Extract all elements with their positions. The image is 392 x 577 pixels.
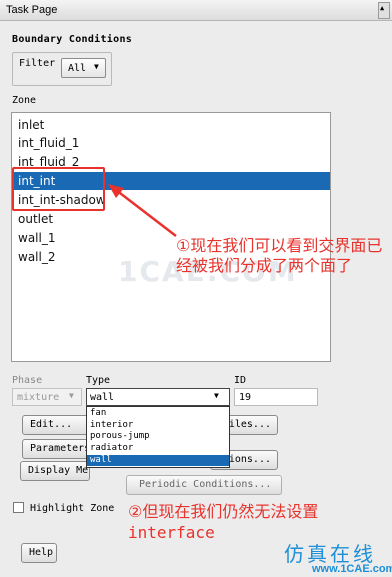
annotation-note-3: interface <box>128 523 215 542</box>
phase-label: Phase <box>12 375 43 386</box>
id-field[interactable]: 19 <box>234 388 318 406</box>
filter-value: All <box>68 63 87 74</box>
parameters-button[interactable]: Parameters... <box>22 439 92 459</box>
filter-dropdown[interactable]: All ▼ <box>61 58 106 78</box>
display-mesh-button[interactable]: Display Mesh... <box>20 461 90 481</box>
phase-dropdown: mixture ▼ <box>12 388 82 406</box>
scroll-up-icon[interactable] <box>378 2 390 19</box>
section-title: Boundary Conditions <box>12 34 133 45</box>
annotation-note-1: ①现在我们可以看到交界面已经被我们分成了两个面了 <box>176 236 383 275</box>
type-option-interior[interactable]: interior <box>87 420 229 431</box>
type-label: Type <box>86 375 111 386</box>
chevron-down-icon: ▼ <box>69 391 74 400</box>
annotation-arrow-icon <box>108 184 177 237</box>
zone-label: Zone <box>12 95 37 106</box>
id-value: 19 <box>239 392 252 403</box>
help-button[interactable]: Help <box>21 543 57 563</box>
title-bar: Task Page <box>0 0 392 21</box>
phase-value: mixture <box>17 392 60 403</box>
periodic-conditions-button[interactable]: Periodic Conditions... <box>126 475 282 495</box>
edit-button[interactable]: Edit... <box>22 415 92 435</box>
window-title: Task Page <box>6 4 58 16</box>
type-dropdown-list[interactable]: fan interior porous-jump radiator wall <box>86 406 230 468</box>
filter-group: Filter All ▼ <box>12 52 112 86</box>
highlight-zone-label: Highlight Zone <box>30 503 115 514</box>
type-value: wall <box>90 392 115 403</box>
type-option-porous-jump[interactable]: porous-jump <box>87 431 229 442</box>
type-option-fan[interactable]: fan <box>87 408 229 419</box>
filter-label: Filter <box>19 58 56 69</box>
zone-item-int-fluid-1[interactable]: int_fluid_1 <box>12 134 330 152</box>
chevron-down-icon: ▼ <box>214 391 219 400</box>
annotation-highlight-box <box>12 167 105 211</box>
highlight-zone-checkbox[interactable] <box>13 502 24 513</box>
brand-url-watermark: www.1CAE.com <box>312 563 392 575</box>
zone-item-inlet[interactable]: inlet <box>12 116 330 134</box>
type-option-radiator[interactable]: radiator <box>87 443 229 454</box>
id-label: ID <box>234 375 247 386</box>
type-option-wall[interactable]: wall <box>87 455 229 466</box>
type-dropdown[interactable]: wall ▼ <box>86 388 230 406</box>
chevron-down-icon: ▼ <box>94 62 99 71</box>
annotation-note-2: ②但现在我们仍然无法设置 <box>128 502 319 521</box>
